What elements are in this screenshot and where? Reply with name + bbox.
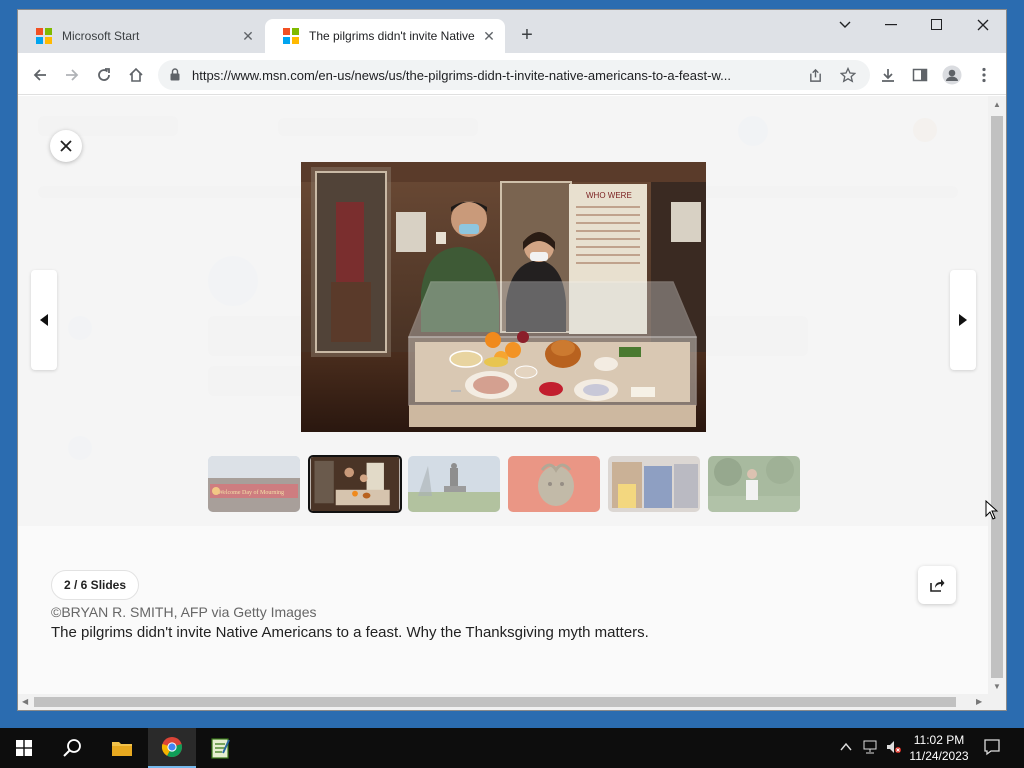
search-button[interactable]: [48, 728, 96, 768]
next-slide-button[interactable]: [950, 270, 976, 370]
close-icon: [60, 140, 72, 152]
arrow-right-icon: [66, 69, 79, 81]
download-icon: [882, 69, 894, 82]
browser-window: Microsoft Start ✕ The pilgrims didn't in…: [18, 10, 1006, 710]
tab-search-button[interactable]: [822, 10, 868, 40]
arrow-left-icon: [33, 69, 46, 81]
downloads-button[interactable]: [874, 61, 902, 89]
microsoft-logo-icon: [36, 28, 52, 44]
thumbnail-image: [310, 457, 400, 511]
caret-left-icon: [40, 314, 48, 326]
scroll-down-icon[interactable]: ▼: [993, 682, 1001, 691]
clock-date: 11/24/2023: [909, 749, 969, 763]
museum-exhibit-image: WHO WERE: [301, 162, 706, 432]
chrome-icon: [161, 737, 182, 758]
share-icon: [930, 579, 945, 592]
thumbnail-slide-4[interactable]: [508, 456, 600, 512]
thumbnail-slide-3[interactable]: [408, 456, 500, 512]
mouse-cursor-icon: [985, 500, 999, 520]
sign-heading: WHO WERE: [586, 191, 632, 200]
slide-caption: The pilgrims didn't invite Native Americ…: [51, 624, 649, 641]
windows-logo-icon: [16, 740, 32, 756]
share-button[interactable]: [918, 566, 956, 604]
chrome-taskbar-button[interactable]: [148, 728, 196, 768]
caret-right-icon: [959, 314, 967, 326]
chevron-down-icon: [839, 21, 851, 28]
thumbnail-slide-5[interactable]: [608, 456, 700, 512]
page-content: WHO WERE Welcome Day of Mourning 2 / 6 S…: [18, 96, 988, 694]
thumbnail-slide-1[interactable]: Welcome Day of Mourning: [208, 456, 300, 512]
minimize-icon: [885, 24, 897, 26]
notepad-icon: [211, 738, 230, 759]
thumbnail-slide-2[interactable]: [308, 455, 402, 513]
folder-icon: [112, 742, 132, 756]
clock-time: 11:02 PM: [913, 733, 965, 747]
tab-pilgrims-article[interactable]: The pilgrims didn't invite Native ✕: [265, 19, 505, 53]
notifications-icon[interactable]: [983, 738, 1001, 759]
banner-text: Welcome Day of Mourning: [218, 489, 284, 496]
back-button[interactable]: [26, 61, 54, 89]
thumbnail-image: [608, 456, 700, 512]
scroll-left-icon[interactable]: ◀: [22, 697, 28, 706]
close-icon[interactable]: ✕: [238, 26, 258, 46]
close-window-button[interactable]: [960, 10, 1006, 40]
bookmark-star-icon[interactable]: [840, 67, 856, 83]
maximize-icon: [931, 19, 942, 30]
horizontal-scrollbar[interactable]: ◀ ▶: [18, 694, 1006, 710]
thumbnail-image: [408, 456, 500, 512]
tab-title: Microsoft Start: [62, 29, 140, 43]
browser-toolbar: https://www.msn.com/en-us/news/us/the-pi…: [18, 53, 1006, 95]
maximize-button[interactable]: [914, 10, 960, 40]
system-clock[interactable]: 11:02 PM 11/24/2023: [906, 732, 972, 764]
tab-microsoft-start[interactable]: Microsoft Start ✕: [18, 19, 264, 53]
lock-icon: [170, 68, 180, 81]
slide-counter-badge: 2 / 6 Slides: [51, 570, 140, 600]
home-button[interactable]: [122, 61, 150, 89]
thumbnail-slide-6[interactable]: [708, 456, 800, 512]
vertical-scrollbar[interactable]: ▲ ▼: [988, 96, 1006, 694]
tab-title: The pilgrims didn't invite Native: [309, 29, 475, 43]
tab-strip: Microsoft Start ✕ The pilgrims didn't in…: [18, 10, 1006, 53]
menu-button[interactable]: [970, 61, 998, 89]
minimize-button[interactable]: [868, 10, 914, 40]
chevron-up-icon[interactable]: [840, 740, 852, 755]
share-page-icon[interactable]: [808, 68, 823, 83]
thumbnail-image: [508, 456, 600, 512]
reload-button[interactable]: [90, 61, 118, 89]
side-panel-icon: [912, 68, 928, 82]
microsoft-logo-icon: [283, 28, 299, 44]
previous-slide-button[interactable]: [31, 270, 57, 370]
network-icon[interactable]: [862, 740, 878, 757]
scrollbar-thumb[interactable]: [991, 116, 1003, 678]
scroll-up-icon[interactable]: ▲: [993, 100, 1001, 109]
volume-muted-icon[interactable]: [886, 740, 902, 757]
search-icon: [63, 739, 81, 757]
kebab-menu-icon: [982, 67, 986, 83]
address-bar[interactable]: https://www.msn.com/en-us/news/us/the-pi…: [158, 60, 870, 90]
taskbar: 11:02 PM 11/24/2023: [0, 728, 1024, 768]
forward-button[interactable]: [58, 61, 86, 89]
new-tab-button[interactable]: +: [515, 24, 539, 48]
start-button[interactable]: [0, 728, 48, 768]
thumbnail-image: Welcome Day of Mourning: [208, 456, 300, 512]
profile-button[interactable]: [938, 61, 966, 89]
close-gallery-button[interactable]: [50, 130, 82, 162]
side-panel-button[interactable]: [906, 61, 934, 89]
avatar-icon: [942, 65, 962, 85]
thumbnail-image: [708, 456, 800, 512]
notepad-taskbar-button[interactable]: [196, 728, 244, 768]
close-icon[interactable]: ✕: [479, 26, 499, 46]
home-icon: [129, 67, 143, 82]
slide-photo: WHO WERE: [301, 162, 706, 432]
scrollbar-thumb[interactable]: [34, 697, 956, 707]
url-text: https://www.msn.com/en-us/news/us/the-pi…: [192, 68, 731, 83]
file-explorer-button[interactable]: [98, 728, 146, 768]
close-icon: [977, 19, 989, 31]
photo-credit: ©BRYAN R. SMITH, AFP via Getty Images: [51, 604, 317, 620]
scroll-right-icon[interactable]: ▶: [976, 697, 982, 706]
reload-icon: [98, 68, 110, 81]
